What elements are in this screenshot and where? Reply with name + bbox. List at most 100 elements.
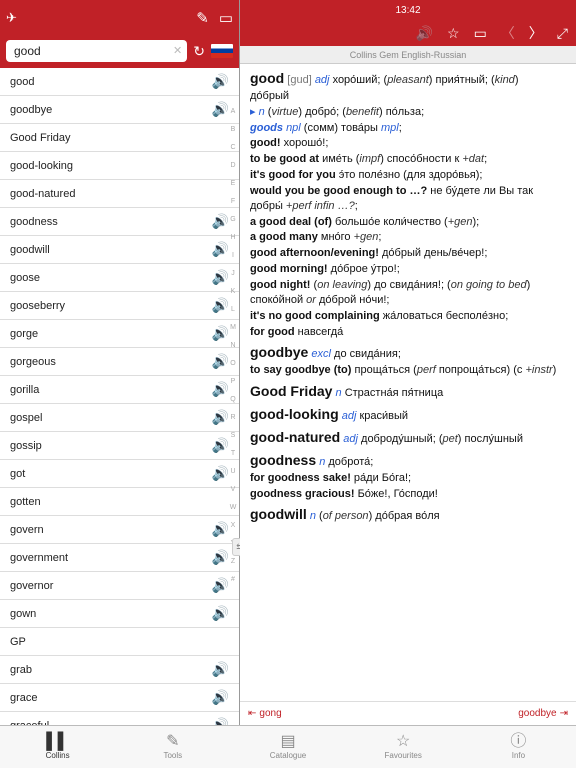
index-letter[interactable]: C [228,144,238,162]
speaker-icon[interactable]: 🔊 [212,521,229,538]
tab-label: Favourites [385,751,422,760]
speaker-icon[interactable]: 🔊 [212,325,229,342]
speaker-icon[interactable]: 🔊 [212,353,229,370]
tools-icon: ✎ [166,734,179,750]
index-letter[interactable]: Z [228,558,238,576]
list-item[interactable]: got🔊 [0,460,239,488]
list-item[interactable]: gorge🔊 [0,320,239,348]
list-item-label: govern [10,524,212,536]
tab-favourites[interactable]: ☆Favourites [346,726,461,768]
list-item[interactable]: goose🔊 [0,264,239,292]
speaker-icon[interactable]: 🔊 [212,381,229,398]
dictionary-title: Collins Gem English-Russian [240,46,576,64]
index-letter[interactable]: O [228,360,238,378]
tab-info[interactable]: ⓘInfo [461,726,576,768]
list-item[interactable]: gotten [0,488,239,516]
index-letter[interactable]: P [228,378,238,396]
speaker-icon[interactable]: 🔊 [212,409,229,426]
index-letter[interactable]: Q [228,396,238,414]
search-input[interactable] [6,40,187,62]
sound-icon[interactable]: 🔊 [416,25,433,42]
status-bar: 13:42 [240,0,576,20]
speaker-icon[interactable]: 🔊 [212,689,229,706]
index-letter[interactable]: U [228,468,238,486]
list-item[interactable]: goodwill🔊 [0,236,239,264]
list-item[interactable]: Good Friday [0,124,239,152]
speaker-icon[interactable]: 🔊 [212,101,229,118]
list-item[interactable]: governor🔊 [0,572,239,600]
index-letter[interactable]: # [228,576,238,594]
list-item-label: grace [10,692,212,704]
list-item[interactable]: GP [0,628,239,656]
index-letter[interactable]: S [228,432,238,450]
list-item[interactable]: gossip🔊 [0,432,239,460]
prev-next-bar: ⇤ gong goodbye ⇥ [240,701,576,725]
next-icon[interactable]: 〉 [529,23,543,43]
index-letter[interactable]: G [228,216,238,234]
index-letter[interactable]: H [228,234,238,252]
list-item[interactable]: gooseberry🔊 [0,292,239,320]
index-letter[interactable]: J [228,270,238,288]
index-letter[interactable]: W [228,504,238,522]
list-item[interactable]: gospel🔊 [0,404,239,432]
search-history-icon[interactable]: ↻ [193,43,205,60]
card-icon[interactable]: ▭ [474,25,487,42]
speaker-icon[interactable]: 🔊 [212,437,229,454]
list-item[interactable]: gown🔊 [0,600,239,628]
index-letter[interactable]: I [228,252,238,270]
list-item[interactable]: grace🔊 [0,684,239,712]
list-item[interactable]: good🔊 [0,68,239,96]
index-letter[interactable]: K [228,288,238,306]
speaker-icon[interactable]: 🔊 [212,661,229,678]
list-item-label: gown [10,608,212,620]
alpha-index[interactable]: ABCDEFGHIJKLMNOPQRSTUVWXYZ# [228,68,238,594]
list-item[interactable]: grab🔊 [0,656,239,684]
list-item-label: gospel [10,412,212,424]
tab-catalogue[interactable]: ▤Catalogue [230,726,345,768]
index-letter[interactable]: B [228,126,238,144]
list-item[interactable]: good-natured [0,180,239,208]
speaker-icon[interactable]: 🔊 [212,465,229,482]
prev-word-button[interactable]: ⇤ gong [248,708,282,719]
list-item[interactable]: govern🔊 [0,516,239,544]
list-item[interactable]: goodness🔊 [0,208,239,236]
list-item[interactable]: graceful🔊 [0,712,239,725]
list-item[interactable]: gorilla🔊 [0,376,239,404]
expand-icon[interactable]: ⤢ [557,25,568,42]
index-letter[interactable]: D [228,162,238,180]
clear-icon[interactable]: ✕ [173,44,182,57]
next-word-button[interactable]: goodbye ⇥ [518,708,568,719]
index-letter[interactable]: V [228,486,238,504]
prev-icon[interactable]: 〈 [501,23,515,43]
speaker-icon[interactable]: 🔊 [212,577,229,594]
speaker-icon[interactable]: 🔊 [212,269,229,286]
list-item[interactable]: goodbye🔊 [0,96,239,124]
index-letter[interactable]: R [228,414,238,432]
index-letter[interactable]: E [228,180,238,198]
list-item[interactable]: government🔊 [0,544,239,572]
index-letter[interactable]: A [228,108,238,126]
info-icon: ⓘ [510,734,526,750]
favourite-icon[interactable]: ☆ [447,25,460,42]
speaker-icon[interactable]: 🔊 [212,549,229,566]
tab-collins[interactable]: ▌▌Collins [0,726,115,768]
index-letter[interactable]: T [228,450,238,468]
keyboard-icon[interactable]: ▭ [219,9,233,27]
speaker-icon[interactable]: 🔊 [212,605,229,622]
index-letter[interactable]: L [228,306,238,324]
language-flag-icon[interactable] [211,44,233,58]
list-item-label: gorge [10,328,212,340]
list-item[interactable]: good-looking [0,152,239,180]
index-letter[interactable]: N [228,342,238,360]
index-letter[interactable]: F [228,198,238,216]
speaker-icon[interactable]: 🔊 [212,717,229,725]
write-icon[interactable]: ✎ [196,9,209,27]
index-letter[interactable]: M [228,324,238,342]
speaker-icon[interactable]: 🔊 [212,241,229,258]
list-item[interactable]: gorgeous🔊 [0,348,239,376]
tab-tools[interactable]: ✎Tools [115,726,230,768]
speaker-icon[interactable]: 🔊 [212,73,229,90]
right-toolbar: 🔊 ☆ ▭ 〈 〉 ⤢ [240,20,576,46]
speaker-icon[interactable]: 🔊 [212,213,229,230]
speaker-icon[interactable]: 🔊 [212,297,229,314]
